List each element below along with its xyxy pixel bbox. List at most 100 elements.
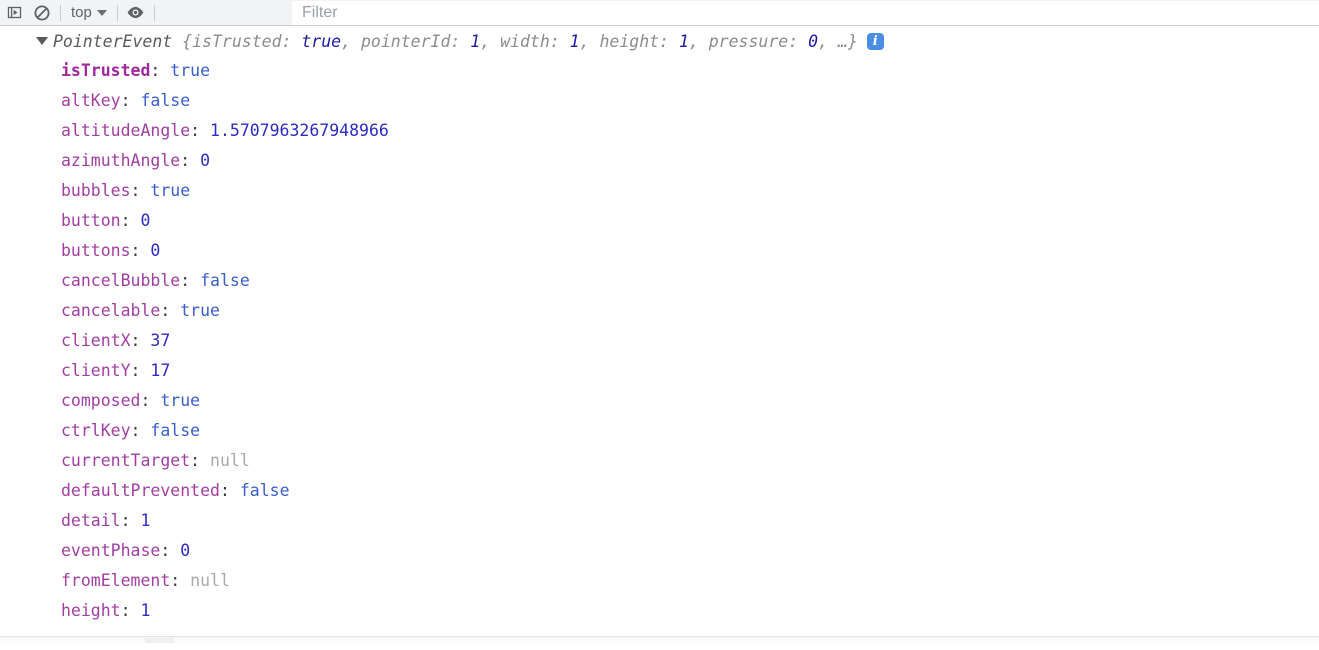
expand-triangle-icon[interactable] bbox=[36, 37, 48, 45]
property-value[interactable]: 0 bbox=[150, 241, 160, 260]
property-value[interactable]: false bbox=[240, 481, 290, 500]
object-property-list: isTrusted: true altKey: false altitudeAngl… bbox=[0, 56, 1319, 626]
preview-value: 0 bbox=[808, 31, 819, 51]
property-row[interactable]: composed: true bbox=[61, 386, 1319, 416]
preview-separator: , bbox=[579, 31, 600, 51]
property-name: cancelable bbox=[61, 301, 161, 320]
scrollbar-thumb[interactable] bbox=[0, 638, 145, 643]
live-expression-button[interactable] bbox=[122, 1, 150, 25]
toolbar-separator-1 bbox=[60, 4, 61, 21]
clear-console-button[interactable] bbox=[28, 1, 56, 25]
property-name: azimuthAngle bbox=[61, 151, 181, 170]
info-icon[interactable]: i bbox=[866, 32, 884, 50]
property-name: defaultPrevented bbox=[61, 481, 220, 500]
preview-value: 1 bbox=[470, 31, 481, 51]
property-colon: : bbox=[170, 571, 191, 590]
property-colon: : bbox=[120, 601, 141, 620]
property-value[interactable]: false bbox=[140, 91, 190, 110]
property-value[interactable]: 1.5707963267948966 bbox=[210, 121, 389, 140]
property-colon: : bbox=[130, 181, 151, 200]
object-header-row[interactable]: PointerEvent { isTrusted: true, pointerI… bbox=[0, 26, 1319, 56]
object-close-brace: } bbox=[847, 31, 858, 51]
eye-icon bbox=[126, 3, 145, 22]
property-value[interactable]: true bbox=[170, 61, 210, 80]
preview-key: width: bbox=[500, 31, 570, 51]
preview-value: 1 bbox=[678, 31, 689, 51]
property-row[interactable]: eventPhase: 0 bbox=[61, 536, 1319, 566]
property-row[interactable]: isTrusted: true bbox=[61, 56, 1319, 86]
execute-snippet-icon bbox=[6, 4, 23, 21]
property-value[interactable]: true bbox=[150, 181, 190, 200]
property-value[interactable]: false bbox=[200, 271, 250, 290]
property-colon: : bbox=[120, 211, 141, 230]
property-colon: : bbox=[140, 391, 161, 410]
property-row[interactable]: detail: 1 bbox=[61, 506, 1319, 536]
property-value[interactable]: true bbox=[160, 391, 200, 410]
property-row[interactable]: ctrlKey: false bbox=[61, 416, 1319, 446]
toolbar-separator-2 bbox=[116, 4, 118, 21]
chevron-down-icon bbox=[96, 9, 107, 16]
property-row[interactable]: fromElement: null bbox=[61, 566, 1319, 596]
object-constructor-name: PointerEvent bbox=[53, 31, 173, 51]
property-row[interactable]: altitudeAngle: 1.5707963267948966 bbox=[61, 116, 1319, 146]
filter-input[interactable] bbox=[292, 1, 1319, 25]
property-colon: : bbox=[180, 151, 201, 170]
property-colon: : bbox=[180, 271, 201, 290]
property-name: ctrlKey bbox=[61, 421, 131, 440]
clear-console-icon bbox=[33, 4, 51, 22]
preview-key: pressure: bbox=[708, 31, 809, 51]
property-value[interactable]: true bbox=[180, 301, 220, 320]
property-row[interactable]: currentTarget: null bbox=[61, 446, 1319, 476]
object-preview: isTrusted: true, pointerId: 1, width: 1,… bbox=[192, 32, 838, 51]
property-row[interactable]: clientX: 37 bbox=[61, 326, 1319, 356]
property-name: cancelBubble bbox=[61, 271, 181, 290]
property-name: fromElement bbox=[61, 571, 171, 590]
property-name: clientX bbox=[61, 331, 131, 350]
property-value[interactable]: null bbox=[210, 451, 250, 470]
property-value[interactable]: 0 bbox=[140, 211, 150, 230]
property-value[interactable]: 1 bbox=[140, 511, 150, 530]
property-row[interactable]: clientY: 17 bbox=[61, 356, 1319, 386]
property-colon: : bbox=[120, 91, 141, 110]
property-row[interactable]: defaultPrevented: false bbox=[61, 476, 1319, 506]
property-row[interactable]: cancelBubble: false bbox=[61, 266, 1319, 296]
property-value[interactable]: null bbox=[190, 571, 230, 590]
property-colon: : bbox=[130, 361, 151, 380]
property-name: composed bbox=[61, 391, 141, 410]
console-toolbar: top bbox=[0, 0, 1319, 26]
property-row[interactable]: altKey: false bbox=[61, 86, 1319, 116]
property-colon: : bbox=[130, 421, 151, 440]
preview-separator: , bbox=[480, 31, 501, 51]
property-name: currentTarget bbox=[61, 451, 191, 470]
execute-snippet-button[interactable] bbox=[0, 1, 28, 25]
property-colon: : bbox=[160, 301, 181, 320]
property-row[interactable]: bubbles: true bbox=[61, 176, 1319, 206]
property-value[interactable]: 17 bbox=[150, 361, 170, 380]
scrollbar-track-right[interactable] bbox=[174, 638, 1319, 643]
scrollbar-track-left[interactable] bbox=[145, 638, 174, 643]
property-value[interactable]: 1 bbox=[140, 601, 150, 620]
property-row[interactable]: azimuthAngle: 0 bbox=[61, 146, 1319, 176]
execution-context-label: top bbox=[71, 4, 92, 21]
property-colon: : bbox=[160, 541, 181, 560]
property-row[interactable]: button: 0 bbox=[61, 206, 1319, 236]
preview-separator: , bbox=[688, 31, 709, 51]
horizontal-scrollbar[interactable] bbox=[0, 636, 1319, 643]
property-name: altitudeAngle bbox=[61, 121, 191, 140]
property-colon: : bbox=[190, 451, 211, 470]
property-name: eventPhase bbox=[61, 541, 161, 560]
console-output-panel: PointerEvent { isTrusted: true, pointerI… bbox=[0, 26, 1319, 643]
execution-context-selector[interactable]: top bbox=[65, 3, 113, 23]
property-name: button bbox=[61, 211, 121, 230]
property-row[interactable]: buttons: 0 bbox=[61, 236, 1319, 266]
property-value[interactable]: 0 bbox=[200, 151, 210, 170]
property-row[interactable]: cancelable: true bbox=[61, 296, 1319, 326]
property-value[interactable]: 37 bbox=[150, 331, 170, 350]
property-colon: : bbox=[219, 481, 240, 500]
property-colon: : bbox=[130, 331, 151, 350]
property-value[interactable]: 0 bbox=[180, 541, 190, 560]
object-open-brace: { bbox=[172, 31, 193, 51]
property-value[interactable]: false bbox=[150, 421, 200, 440]
property-name: detail bbox=[61, 511, 121, 530]
property-row[interactable]: height: 1 bbox=[61, 596, 1319, 626]
